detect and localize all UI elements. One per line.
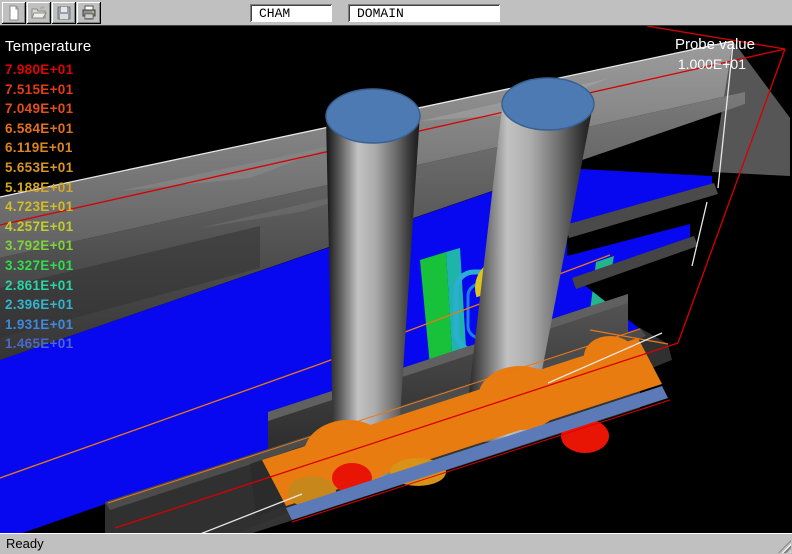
application-window: { "toolbar": { "buttons": [ {"name": "ne… (0, 0, 792, 554)
save-button[interactable] (52, 2, 76, 24)
status-bar: Ready (0, 533, 792, 554)
status-text: Ready (6, 536, 44, 551)
cfd-scene-canvas (0, 26, 792, 533)
save-icon (56, 5, 72, 21)
viewport-3d[interactable]: Temperature 7.980E+017.515E+017.049E+016… (0, 26, 792, 533)
resize-grip-icon[interactable] (778, 540, 791, 553)
print-icon (81, 5, 97, 21)
left-cylinder-cap (326, 89, 420, 143)
open-button[interactable] (27, 2, 51, 24)
right-cylinder-cap (502, 78, 594, 130)
print-button[interactable] (77, 2, 101, 24)
new-button[interactable] (2, 2, 26, 24)
toolbar (0, 0, 792, 26)
domain-field[interactable] (348, 4, 500, 22)
new-document-icon (6, 5, 22, 21)
open-folder-icon (31, 5, 47, 21)
cham-field[interactable] (250, 4, 332, 22)
